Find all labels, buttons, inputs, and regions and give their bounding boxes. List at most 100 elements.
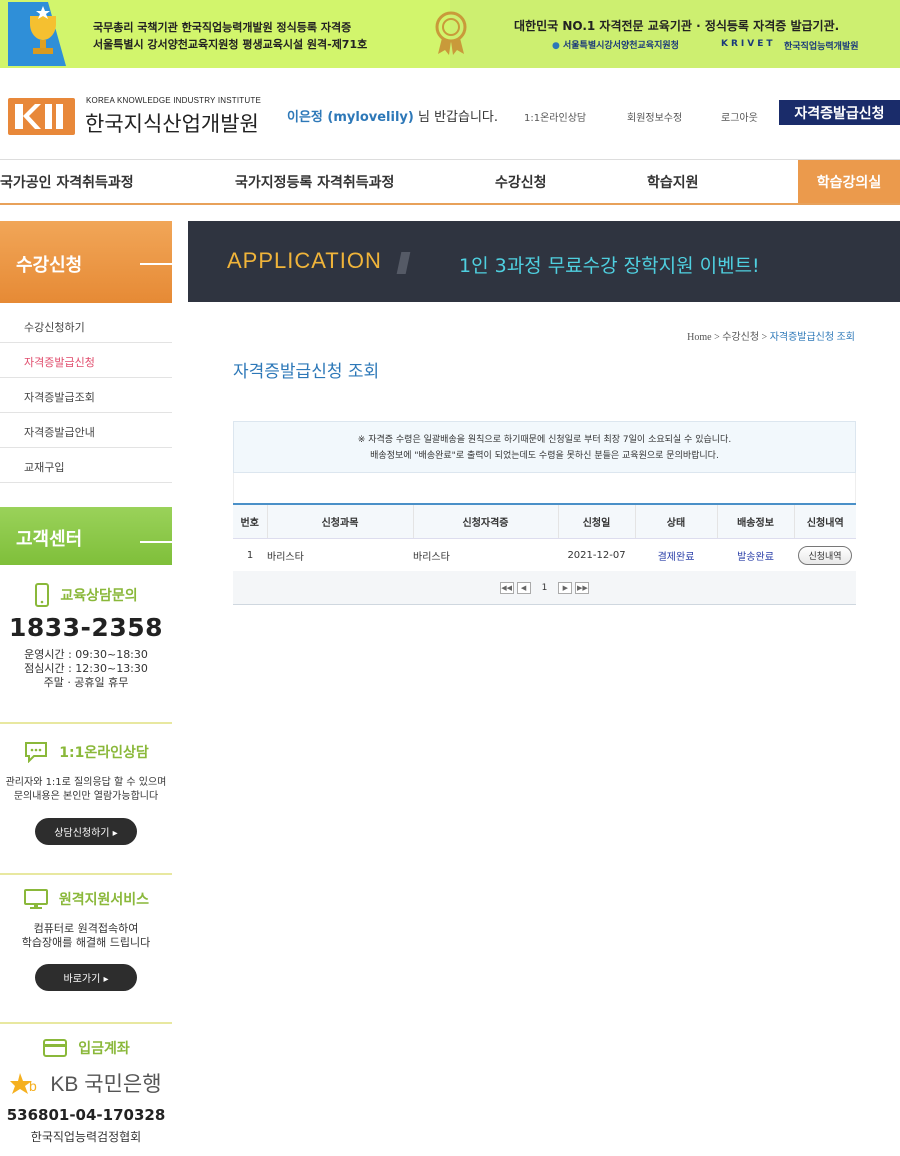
medal-icon [435,11,467,55]
bank-title: 입금계좌 [0,1038,172,1058]
account-number: 536801-04-170328 [6,1106,166,1124]
prev-page-button[interactable]: ◀ [516,581,531,594]
sidebar-item-enroll[interactable]: 수강신청하기 [0,308,172,343]
visual-mark [396,252,411,274]
notice-line2: 배송정보에 "배송완료"로 출력이 되었는데도 수령을 못하신 분들은 교육원으… [370,451,719,461]
first-page-button[interactable]: ◀◀ [499,581,514,594]
col-no: 번호 [233,504,268,539]
account-owner: 한국직업능력검정협회 [30,1130,142,1144]
logo-ko-text: 한국지식산업개발원 [85,113,259,136]
customer-center-title: 고객센터 [0,507,172,565]
user-name: 이은정 (mylovelily) [287,110,414,125]
hours-line3: 주말 · 공휴일 휴무 [43,676,129,689]
page-number[interactable]: 1 [542,583,548,593]
logout-link[interactable]: 로그아웃 [721,109,758,124]
sidebar-item-cert-guide[interactable]: 자격증발급안내 [0,413,172,448]
cell-subject: 바리스타 [267,538,413,573]
remote-support-section: 원격지원서비스 컴퓨터로 원격접속하여 학습장애를 해결해 드립니다 바로가기 … [0,888,172,991]
banner-left-line1: 국무총리 국책기관 한국직업능력개발원 정식등록 자격증 [93,21,352,34]
divider [0,1022,172,1024]
top-banner: 국무총리 국책기관 한국직업능력개발원 정식등록 자격증 서울특별시 강서양천교… [0,0,900,68]
cell-no: 1 [233,538,267,573]
sidebar-item-cert-apply[interactable]: 자격증발급신청 [0,343,172,378]
page-title: 자격증발급신청 조회 [233,362,380,382]
col-subject: 신청과목 [267,504,414,539]
col-delivery: 배송정보 [717,504,795,539]
remote-support-title: 원격지원서비스 [0,888,172,910]
kb-bank-logo: b KB 국민은행 [0,1068,172,1098]
visual-ko-text: 1인 3과정 무료수강 장학지원 이벤트! [459,255,760,277]
svg-text:b: b [29,1078,37,1094]
notice-line1: ※ 자격증 수령은 일괄배송을 원칙으로 하기때문에 신청일로 부터 최장 7일… [357,435,732,445]
last-page-button[interactable]: ▶▶ [575,581,590,594]
member-edit-link[interactable]: 회원정보수정 [627,109,682,124]
table-row: 1 바리스타 바리스타 2021-12-07 결제완료 발송완료 신청내역 [233,538,856,573]
breadcrumb-level1[interactable]: 수강신청 [722,332,759,343]
breadcrumb-current: 자격증발급신청 조회 [769,332,855,343]
table-header-row: 번호 신청과목 신청자격증 신청일 상태 배송정보 신청내역 [233,504,856,539]
col-status: 상태 [635,504,718,539]
sidebar-title: 수강신청 [0,221,172,303]
monitor-icon [23,889,48,909]
banner-krivet: KRIVET [721,39,776,49]
notice-spacer [233,473,856,503]
cell-delivery: 발송완료 [717,538,794,573]
cert-apply-table: 번호 신청과목 신청자격증 신청일 상태 배송정보 신청내역 1 바리스타 바리… [233,503,856,573]
online-consult-link[interactable]: 1:1온라인상담 [524,109,586,124]
nav-classroom[interactable]: 학습강의실 [798,160,900,203]
sidebar-menu: 수강신청하기 자격증발급신청 자격증발급조회 자격증발급안내 교재구입 [0,308,172,483]
cell-cert: 바리스타 [413,538,558,573]
detail-button[interactable]: 신청내역 [798,545,852,565]
main-nav: 국가공인 자격취득과정 국가지정등록 자격취득과정 수강신청 학습지원 학습강의… [0,160,900,205]
edu-consult-section: 교육상담문의 1833-2358 운영시간 : 09:30~18:30 점심시간… [0,583,172,690]
col-date: 신청일 [558,504,636,539]
next-page-button[interactable]: ▶ [558,581,573,594]
hours-line2: 점심시간 : 12:30~13:30 [24,662,148,675]
nav-registered-cert[interactable]: 국가지정등록 자격취득과정 [235,160,394,203]
banner-left-line2: 서울특별시 강서양천교육지원청 평생교육시설 원격-제71호 [93,38,368,51]
kb-star-icon: b [10,1073,37,1094]
pagination: ◀◀ ◀ 1 ▶ ▶▶ [233,571,856,605]
phone-number: 1833-2358 [8,613,164,642]
visual-banner: APPLICATION 1인 3과정 무료수강 장학지원 이벤트! [188,221,900,302]
remote-desc2: 학습장애를 해결해 드립니다 [21,936,151,949]
cell-date: 2021-12-07 [558,538,635,573]
nav-study-support[interactable]: 학습지원 [647,160,699,203]
divider [0,873,172,875]
edu-consult-title: 교육상담문의 [0,583,172,607]
consult-apply-button[interactable]: 상담신청하기 ▸ [35,818,137,845]
online-consult-section: 1:1온라인상담 관리자와 1:1로 질의응답 할 수 있으며 문의내용은 본인… [0,741,172,845]
bank-section: 입금계좌 b KB 국민은행 536801-04-170328 한국직업능력검정… [0,1038,172,1145]
chat-icon [25,742,48,763]
logo-en-text: KOREA KNOWLEDGE INDUSTRY INSTITUTE [86,96,261,105]
site-header: KOREA KNOWLEDGE INDUSTRY INSTITUTE 한국지식산… [0,68,900,160]
divider [0,722,172,724]
banner-krivet-name: 한국직업능력개발원 [784,42,859,52]
banner-right-line1: 대한민국 NO.1 자격전문 교육기관 · 정식등록 자격증 발급기관. [514,19,840,33]
trophy-icon [8,2,66,66]
nav-enroll[interactable]: 수강신청 [495,160,547,203]
nav-national-cert[interactable]: 국가공인 자격취득과정 [0,160,134,203]
notice-box: ※ 자격증 수령은 일괄배송을 원칙으로 하기때문에 신청일로 부터 최장 7일… [233,421,856,473]
seal-icon: ● [552,41,560,51]
breadcrumb: Home > 수강신청 > 자격증발급신청 조회 [687,332,855,343]
col-cert: 신청자격증 [413,504,559,539]
sidebar-item-textbook[interactable]: 교재구입 [0,448,172,483]
banner-seal-text: ● 서울특별시강서양천교육지원청 [552,41,679,51]
hours-line1: 운영시간 : 09:30~18:30 [24,648,148,661]
logo-mark-icon [15,104,63,129]
online-desc1: 관리자와 1:1로 질의응답 할 수 있으며 [5,777,167,788]
online-consult-title: 1:1온라인상담 [0,741,172,763]
logo[interactable] [8,98,75,135]
cert-apply-button[interactable]: 자격증발급신청 [779,100,900,125]
cell-status: 결제완료 [635,538,717,573]
remote-go-button[interactable]: 바로가기 ▸ [35,964,137,991]
greeting: 이은정 (mylovelily) 님 반갑습니다. [287,110,499,125]
online-desc2: 문의내용은 본인만 열람가능합니다 [13,791,159,802]
sidebar-item-cert-lookup[interactable]: 자격증발급조회 [0,378,172,413]
visual-en-text: APPLICATION [227,248,382,273]
col-detail: 신청내역 [794,504,856,539]
breadcrumb-home[interactable]: Home [687,332,711,343]
card-icon [43,1039,68,1057]
cell-detail: 신청내역 [794,538,856,573]
